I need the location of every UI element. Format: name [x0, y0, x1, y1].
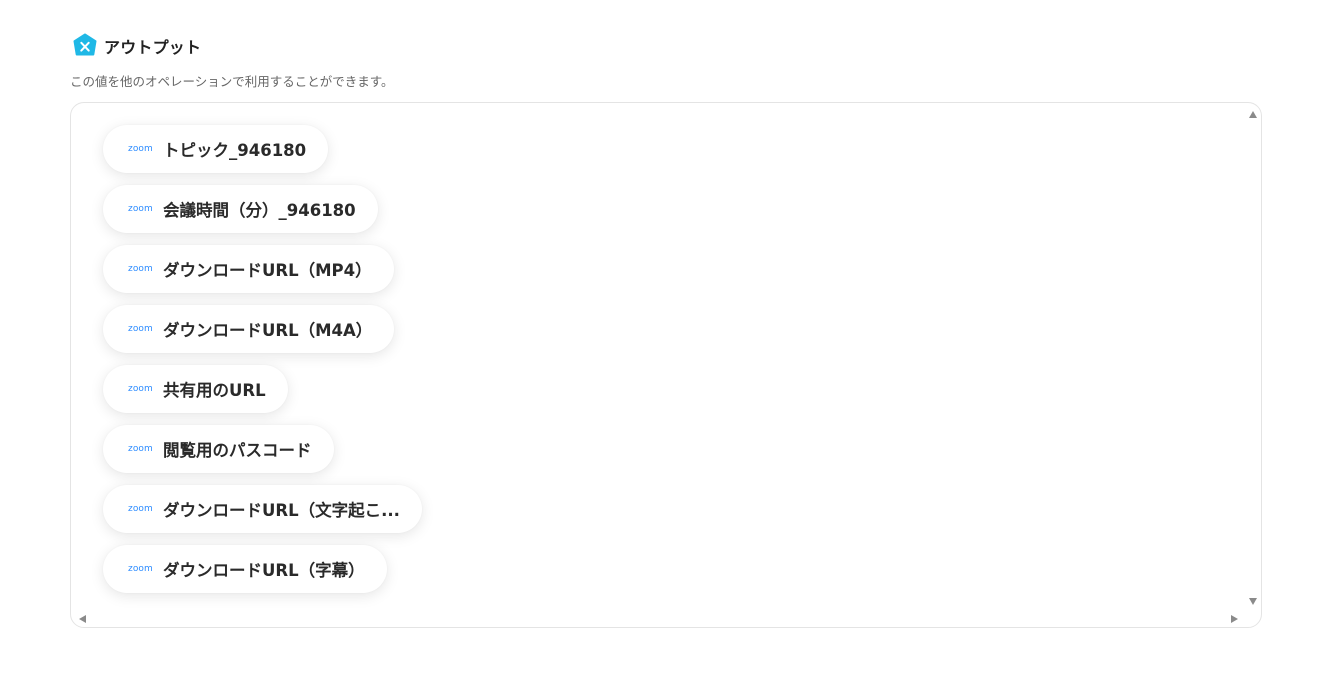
output-chip[interactable]: zoom 会議時間（分）_946180: [103, 185, 378, 233]
zoom-logo-icon: zoom: [128, 444, 153, 454]
zoom-logo-icon: zoom: [128, 384, 153, 394]
output-chip[interactable]: zoom ダウンロードURL（M4A）: [103, 305, 395, 353]
output-chip-label: ダウンロードURL（文字起こ...: [163, 501, 400, 520]
section-description: この値を他のオペレーションで利用することができます。: [70, 74, 394, 89]
zoom-logo-icon: zoom: [128, 504, 153, 514]
output-chip-label: ダウンロードURL（字幕）: [163, 561, 365, 580]
scroll-right-arrow-icon[interactable]: [1231, 615, 1238, 623]
output-chip[interactable]: zoom トピック_946180: [103, 125, 329, 173]
output-chip[interactable]: zoom 閲覧用のパスコード: [103, 425, 334, 473]
zoom-logo-icon: zoom: [128, 324, 153, 334]
zoom-logo-icon: zoom: [128, 144, 153, 154]
output-chip-label: 閲覧用のパスコード: [163, 441, 312, 460]
output-panel: zoom トピック_946180 zoom 会議時間（分）_946180 zoo…: [70, 102, 1262, 628]
zoom-logo-icon: zoom: [128, 204, 153, 214]
output-chip[interactable]: zoom ダウンロードURL（字幕）: [103, 545, 387, 593]
output-chip[interactable]: zoom ダウンロードURL（MP4）: [103, 245, 394, 293]
section-header: アウトプット: [72, 33, 201, 59]
section-title: アウトプット: [104, 38, 202, 57]
scroll-down-arrow-icon[interactable]: [1249, 598, 1257, 605]
vertical-scrollbar[interactable]: [1245, 103, 1261, 613]
output-chip-label: ダウンロードURL（M4A）: [163, 321, 373, 340]
output-chip[interactable]: zoom ダウンロードURL（文字起こ...: [103, 485, 422, 533]
output-chip-label: 共有用のURL: [163, 381, 266, 400]
zoom-logo-icon: zoom: [128, 564, 153, 574]
horizontal-scrollbar[interactable]: [71, 611, 1247, 627]
output-chip-label: トピック_946180: [163, 141, 307, 160]
output-chip[interactable]: zoom 共有用のURL: [103, 365, 288, 413]
scroll-up-arrow-icon[interactable]: [1249, 111, 1257, 118]
x-hexagon-icon: [72, 33, 98, 59]
zoom-logo-icon: zoom: [128, 264, 153, 274]
output-chip-label: ダウンロードURL（MP4）: [163, 261, 372, 280]
scroll-left-arrow-icon[interactable]: [79, 615, 86, 623]
output-chip-label: 会議時間（分）_946180: [163, 201, 356, 220]
